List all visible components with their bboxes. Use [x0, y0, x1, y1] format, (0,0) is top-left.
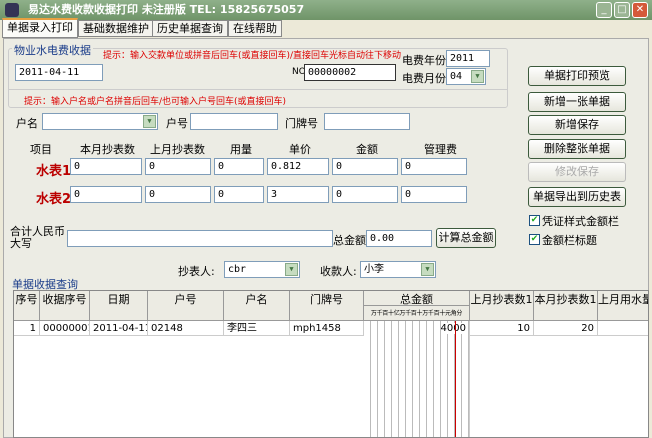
- app-icon: [5, 3, 19, 17]
- minimize-button[interactable]: _: [596, 2, 612, 18]
- cell-current-reading[interactable]: 20: [534, 321, 598, 336]
- rmb-label: 合计人民币大写: [10, 225, 65, 250]
- account-label: 户号: [166, 117, 188, 130]
- collector-label: 收款人:: [320, 265, 357, 278]
- voucher-style-checkbox[interactable]: ✔: [529, 215, 540, 226]
- col-receipt-no[interactable]: 收据序号: [40, 291, 90, 321]
- total-value: 4000: [440, 323, 466, 334]
- maximize-button[interactable]: □: [614, 2, 630, 18]
- new-receipt-button[interactable]: 新增一张单据: [528, 92, 626, 112]
- total-label: 总金额: [333, 234, 366, 247]
- print-preview-button[interactable]: 单据打印预览: [528, 66, 626, 86]
- col-account[interactable]: 户号: [148, 291, 224, 321]
- calculate-total-button[interactable]: 计算总金额: [436, 228, 496, 248]
- cell-last-usage[interactable]: [598, 321, 648, 336]
- col-seq[interactable]: 序号: [14, 291, 40, 321]
- header-fee: 管理费: [424, 143, 457, 156]
- col-total[interactable]: 总金额: [364, 291, 470, 306]
- header-amount: 金额: [356, 143, 378, 156]
- tab-history-query[interactable]: 历史单据查询: [152, 20, 228, 37]
- hint-2: 提示：输入户名或户名拼音后回车/也可输入户号回车(或直接回车): [24, 97, 287, 107]
- meter-2-last[interactable]: 0: [145, 186, 211, 203]
- cell-date[interactable]: 2011-04-11: [90, 321, 148, 336]
- chevron-down-icon[interactable]: ▼: [471, 70, 484, 83]
- hint-1: 提示：输入交款单位或拼音后回车(或直接回车)/直接回车光标自动往下移动: [103, 51, 402, 61]
- header-item: 项目: [30, 143, 52, 156]
- amount-title-label: 金额栏标题: [542, 234, 597, 247]
- close-button[interactable]: ✕: [632, 2, 648, 18]
- total-field[interactable]: 0.00: [366, 230, 432, 247]
- meter-1-price[interactable]: 0.812: [267, 158, 329, 175]
- col-date[interactable]: 日期: [90, 291, 148, 321]
- meter-2-fee[interactable]: 0: [401, 186, 467, 203]
- chevron-down-icon[interactable]: ▼: [421, 263, 434, 276]
- header-usage: 用量: [230, 143, 252, 156]
- col-last-usage[interactable]: 上月用水量: [598, 291, 648, 321]
- cell-last-reading[interactable]: 10: [470, 321, 534, 336]
- divider: [8, 89, 508, 90]
- cell-receipt-no[interactable]: 00000001: [40, 321, 90, 336]
- reader-select[interactable]: cbr ▼: [224, 261, 300, 278]
- account-field[interactable]: [190, 113, 278, 130]
- collector-value: 小李: [364, 264, 384, 275]
- rmb-field[interactable]: [67, 230, 333, 247]
- door-label: 门牌号: [285, 117, 318, 130]
- yuan-divider: [455, 321, 456, 437]
- month-select[interactable]: 04 ▼: [446, 68, 486, 85]
- meter-2-current[interactable]: 0: [70, 186, 142, 203]
- col-name[interactable]: 户名: [224, 291, 290, 321]
- window-title: 易达水费收款收据打印 未注册版 TEL: 15825675057: [28, 3, 305, 16]
- collector-select[interactable]: 小李 ▼: [360, 261, 436, 278]
- chevron-down-icon[interactable]: ▼: [285, 263, 298, 276]
- meter-2-amount[interactable]: 0: [332, 186, 398, 203]
- col-current-reading[interactable]: 本月抄表数1: [534, 291, 598, 321]
- door-field[interactable]: [324, 113, 410, 130]
- no-field[interactable]: 00000002: [304, 64, 396, 81]
- tab-entry-print[interactable]: 单据录入打印: [2, 18, 78, 38]
- meter-1-last[interactable]: 0: [145, 158, 211, 175]
- header-price: 单价: [289, 143, 311, 156]
- meter-2-label: 水表2: [36, 192, 72, 207]
- year-label: 电费年份: [402, 54, 446, 67]
- export-history-button[interactable]: 单据导出到历史表: [528, 187, 626, 207]
- cell-name[interactable]: 李四三: [224, 321, 290, 336]
- month-value: 04: [450, 71, 463, 82]
- chevron-down-icon[interactable]: ▼: [143, 115, 156, 128]
- edit-save-button[interactable]: 修改保存: [528, 162, 626, 182]
- reader-value: cbr: [228, 264, 247, 275]
- receipt-grid: 序号 收据序号 日期 户号 户名 门牌号 总金额 万千百十亿万千百十万千百十元角…: [13, 290, 649, 438]
- tab-online-help[interactable]: 在线帮助: [228, 20, 282, 37]
- date-field[interactable]: 2011-04-11: [15, 64, 103, 81]
- header-last-reading: 上月抄表数: [150, 143, 205, 156]
- cell-seq[interactable]: 1: [14, 321, 40, 336]
- name-combo[interactable]: ▼: [42, 113, 158, 130]
- group-title: 物业水电费收据: [12, 42, 93, 58]
- new-save-button[interactable]: 新增保存: [528, 115, 626, 135]
- meter-1-fee[interactable]: 0: [401, 158, 467, 175]
- month-label: 电费月份: [402, 72, 446, 85]
- cell-door[interactable]: mph1458: [290, 321, 364, 336]
- amount-title-checkbox[interactable]: ✔: [529, 234, 540, 245]
- col-door[interactable]: 门牌号: [290, 291, 364, 321]
- title-bar: 易达水费收款收据打印 未注册版 TEL: 15825675057: [0, 0, 652, 20]
- tab-basic-data[interactable]: 基础数据维护: [78, 20, 154, 37]
- meter-1-amount[interactable]: 0: [332, 158, 398, 175]
- delete-receipt-button[interactable]: 删除整张单据: [528, 139, 626, 159]
- reader-label: 抄表人:: [178, 265, 215, 278]
- year-field[interactable]: 2011: [446, 50, 490, 67]
- col-last-reading[interactable]: 上月抄表数1: [470, 291, 534, 321]
- meter-1-label: 水表1: [36, 164, 72, 179]
- name-label: 户名: [16, 117, 38, 130]
- meter-2-price[interactable]: 3: [267, 186, 329, 203]
- meter-1-usage[interactable]: 0: [214, 158, 264, 175]
- digit-header: 万千百十亿万千百十万千百十元角分: [364, 306, 470, 321]
- meter-1-current[interactable]: 0: [70, 158, 142, 175]
- header-current-reading: 本月抄表数: [80, 143, 135, 156]
- meter-2-usage[interactable]: 0: [214, 186, 264, 203]
- voucher-style-label: 凭证样式金额栏: [542, 215, 619, 228]
- cell-account[interactable]: 02148: [148, 321, 224, 336]
